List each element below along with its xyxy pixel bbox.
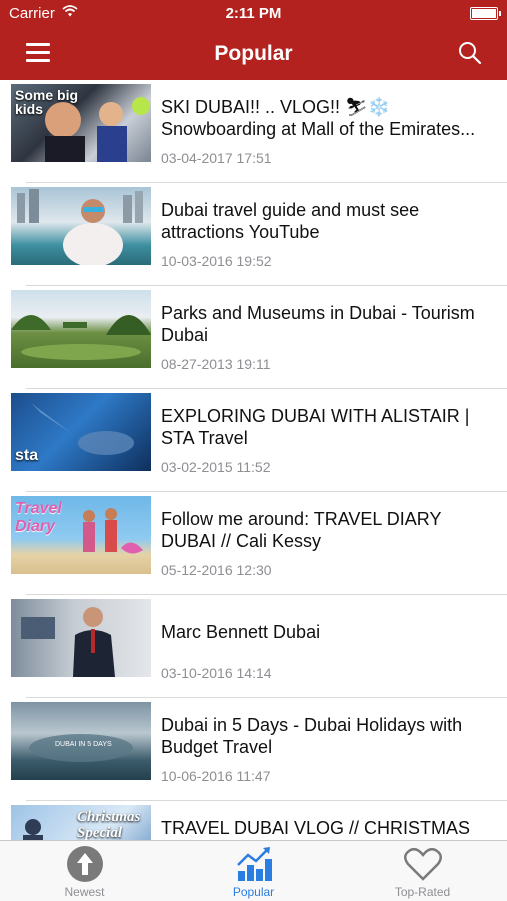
thumbnail-caption: Travel Diary xyxy=(15,500,62,535)
video-row[interactable]: sta EXPLORING DUBAI WITH ALISTAIR | STA … xyxy=(0,389,507,492)
page-title: Popular xyxy=(214,42,293,65)
video-date: 03-02-2015 11:52 xyxy=(161,459,271,475)
tab-label: Newest xyxy=(64,885,105,899)
video-row[interactable]: Christmas Special TRAVEL DUBAI VLOG // C… xyxy=(0,801,507,840)
video-date: 03-10-2016 14:14 xyxy=(161,665,272,681)
video-title: Dubai in 5 Days - Dubai Holidays with Bu… xyxy=(161,715,463,757)
video-date: 03-04-2017 17:51 xyxy=(161,150,272,166)
video-row[interactable]: Parks and Museums in Dubai - Tourism Dub… xyxy=(0,286,507,389)
heart-icon xyxy=(404,847,442,881)
video-date: 10-03-2016 19:52 xyxy=(161,253,272,269)
video-title: Dubai travel guide and must see attracti… xyxy=(161,200,420,242)
header: Carrier 2:11 PM Popular xyxy=(0,0,507,80)
video-thumbnail: sta xyxy=(11,393,151,471)
video-thumbnail xyxy=(11,599,151,677)
tab-label: Top-Rated xyxy=(394,885,451,899)
status-bar: Carrier 2:11 PM xyxy=(0,0,507,28)
tab-label: Popular xyxy=(232,885,275,899)
tab-newest[interactable]: Newest xyxy=(0,841,169,901)
video-list: Some big kids SKI DUBAI!! .. VLOG!! ⛷❄️ … xyxy=(0,80,507,840)
video-date: 10-06-2016 11:47 xyxy=(161,768,271,784)
video-row[interactable]: Travel Diary Follow me around: TRAVEL DI… xyxy=(0,492,507,595)
nav-bar: Popular xyxy=(0,28,507,80)
video-title: SKI DUBAI!! .. VLOG!! ⛷❄️ Snowboarding a… xyxy=(161,97,476,139)
tab-popular[interactable]: Popular xyxy=(169,841,338,901)
video-thumbnail: DUBAI IN 5 DAYS xyxy=(11,702,151,780)
video-title: EXPLORING DUBAI WITH ALISTAIR | STA Trav… xyxy=(161,406,470,448)
video-title: TRAVEL DUBAI VLOG // CHRISTMAS xyxy=(161,818,471,838)
video-date: 05-12-2016 12:30 xyxy=(161,562,272,578)
video-thumbnail: Travel Diary xyxy=(11,496,151,574)
video-title: Parks and Museums in Dubai - Tourism Dub… xyxy=(161,303,475,345)
battery-icon xyxy=(470,7,501,20)
thumbnail-caption: Some big kids xyxy=(15,87,79,117)
video-row[interactable]: DUBAI IN 5 DAYS Dubai in 5 Days - Dubai … xyxy=(0,698,507,801)
tab-top-rated[interactable]: Top-Rated xyxy=(338,841,507,901)
video-date: 08-27-2013 19:11 xyxy=(161,356,271,372)
video-title: Marc Bennett Dubai xyxy=(161,622,321,642)
video-thumbnail: Christmas Special xyxy=(11,805,151,840)
video-thumbnail: Some big kids xyxy=(11,84,151,162)
svg-text:DUBAI IN 5 DAYS: DUBAI IN 5 DAYS xyxy=(55,741,112,748)
video-thumbnail xyxy=(11,290,151,368)
trending-chart-icon xyxy=(237,847,272,881)
video-thumbnail xyxy=(11,187,151,265)
arrow-up-circle-icon xyxy=(67,846,103,882)
video-row[interactable]: Dubai travel guide and must see attracti… xyxy=(0,183,507,286)
video-row[interactable]: Marc Bennett Dubai 03-10-2016 14:14 xyxy=(0,595,507,698)
video-title: Follow me around: TRAVEL DIARY DUBAI // … xyxy=(161,509,442,551)
status-time: 2:11 PM xyxy=(225,5,282,22)
tab-bar: Newest Popular Top-Rated xyxy=(0,840,507,901)
video-row[interactable]: Some big kids SKI DUBAI!! .. VLOG!! ⛷❄️ … xyxy=(0,80,507,183)
search-icon[interactable] xyxy=(457,40,483,66)
thumbnail-caption: sta xyxy=(15,447,39,464)
thumbnail-caption: Christmas Special xyxy=(77,809,141,840)
